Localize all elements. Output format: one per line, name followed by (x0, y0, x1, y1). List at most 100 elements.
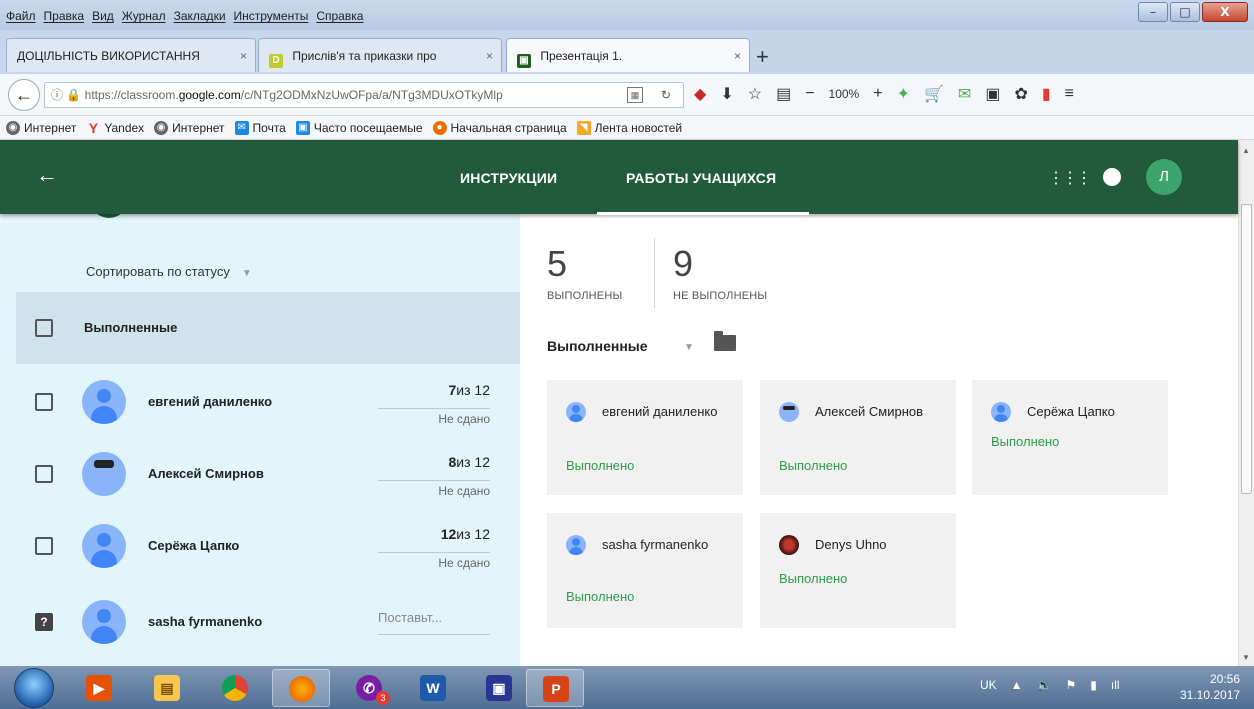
scroll-thumb[interactable] (1241, 204, 1252, 494)
bookmark-item[interactable]: ● Начальная страница (432, 120, 567, 135)
save-icon[interactable]: ▣ (470, 669, 528, 707)
chrome-icon[interactable] (206, 669, 264, 707)
card-student-name: Алексей Смирнов (815, 404, 924, 419)
bag-icon[interactable]: ▣ (985, 84, 1000, 104)
volume-icon[interactable]: 🔈 (1037, 678, 1052, 692)
cart-icon[interactable]: 🛒 (924, 84, 944, 104)
firefox-icon[interactable] (272, 669, 330, 707)
minimize-button[interactable]: – (1138, 2, 1168, 22)
zoom-level[interactable]: 100% (829, 87, 860, 101)
scroll-down-icon[interactable]: ▼ (1242, 653, 1250, 662)
bookmark-star-icon[interactable]: ☆ (748, 84, 762, 104)
submission-card[interactable]: sasha fyrmanenko Выполнено (547, 513, 743, 628)
language-indicator[interactable]: UK (980, 678, 997, 692)
new-tab-button[interactable]: + (756, 44, 769, 70)
clock[interactable]: 20:56 31.10.2017 (1180, 671, 1240, 703)
student-row[interactable]: Серёжа Цапко 12из 12 Не сдано (0, 510, 520, 582)
bookmark-item[interactable]: ✉ Почта (234, 120, 286, 135)
student-checkbox[interactable] (35, 393, 53, 411)
zoom-out-button[interactable]: − (805, 85, 814, 103)
menu-tools[interactable]: Инструменты (234, 9, 309, 23)
signal-icon[interactable]: ıll (1111, 678, 1120, 692)
word-icon[interactable]: W (404, 669, 462, 707)
viber-icon[interactable]: ✆ 3 (340, 669, 398, 707)
submission-card[interactable]: Серёжа Цапко Выполнено (972, 380, 1168, 495)
menu-history[interactable]: Журнал (122, 9, 166, 23)
maximize-button[interactable]: □ (1170, 2, 1200, 22)
page-scrollbar[interactable]: ▲ ▼ (1238, 140, 1254, 666)
extension-icon[interactable]: ✿ (1014, 84, 1027, 104)
student-name: евгений даниленко (148, 394, 273, 409)
browser-tab-3[interactable]: ▣ Презентація 1. × (506, 38, 750, 72)
library-icon[interactable]: ▤ (776, 84, 791, 104)
filter-dropdown[interactable]: Выполненные (547, 338, 648, 354)
tab-instructions[interactable]: ИНСТРУКЦИИ (460, 170, 557, 186)
start-button[interactable] (14, 668, 54, 708)
scroll-up-icon[interactable]: ▲ (1242, 146, 1250, 155)
student-row[interactable]: евгений даниленко 7из 12 Не сдано (0, 366, 520, 438)
submission-card[interactable]: евгений даниленко Выполнено (547, 380, 743, 495)
reload-icon[interactable]: ↻ (661, 83, 671, 107)
submission-card[interactable]: Алексей Смирнов Выполнено (760, 380, 956, 495)
grade-underline (378, 552, 490, 553)
grade-field[interactable]: 8из 12 (449, 454, 491, 470)
menu-help[interactable]: Справка (316, 9, 363, 23)
menu-edit[interactable]: Правка (44, 9, 85, 23)
bookmark-item[interactable]: ▣ Часто посещаемые (295, 120, 423, 135)
select-all-checkbox[interactable] (35, 319, 53, 337)
pocket-icon[interactable]: ◆ (694, 84, 706, 104)
network-error-icon[interactable]: ⚑ (1066, 678, 1077, 692)
apps-grid-icon[interactable]: ⋮⋮⋮ (1048, 168, 1092, 188)
student-checkbox[interactable] (35, 537, 53, 555)
info-icon[interactable]: ⓘ (51, 88, 63, 102)
bookmark-item[interactable]: ◥ Лента новостей (576, 120, 682, 135)
grade-underline (378, 408, 490, 409)
student-name: Алексей Смирнов (148, 466, 264, 481)
reader-view-icon[interactable]: ▦ (627, 87, 643, 103)
grade-field[interactable]: 7из 12 (449, 382, 491, 398)
power-icon[interactable]: ▮ (1090, 678, 1097, 692)
student-row[interactable]: ? sasha fyrmanenko Поставьт... (0, 586, 520, 658)
flag-icon[interactable]: ▮ (1042, 84, 1051, 104)
avatar (566, 535, 586, 555)
browser-tab-1[interactable]: ДОЦІЛЬНІСТЬ ВИКОРИСТАННЯ × (6, 38, 256, 72)
student-row[interactable]: Алексей Смирнов 8из 12 Не сдано (0, 438, 520, 510)
zoom-in-button[interactable]: + (873, 85, 882, 103)
tab-student-work[interactable]: РАБОТЫ УЧАЩИХСЯ (626, 170, 776, 186)
tab-close-icon[interactable]: × (486, 49, 493, 63)
bookmark-item[interactable]: ◉ Интернет (6, 120, 76, 135)
bookmark-item[interactable]: ◉ Интернет (154, 120, 225, 135)
yandex-icon: Y (88, 119, 99, 136)
grade-input[interactable]: Поставьт... (378, 610, 442, 625)
account-avatar[interactable]: Л (1146, 159, 1182, 195)
menu-view[interactable]: Вид (92, 9, 114, 23)
notifications-icon[interactable] (1103, 168, 1121, 186)
tab-close-icon[interactable]: × (734, 49, 741, 63)
folder-icon[interactable] (714, 331, 736, 351)
powerpoint-icon[interactable]: P (526, 669, 584, 707)
sort-dropdown[interactable]: Сортировать по статусу ▼ (86, 264, 252, 279)
address-bar[interactable]: ⓘ 🔒 https://classroom.google.com/c/NTg2O… (44, 82, 684, 108)
extension-badge-icon[interactable]: ✉ (958, 84, 971, 104)
show-hidden-icons-icon[interactable]: ▲ (1011, 678, 1023, 692)
submission-card[interactable]: Denys Uhno Выполнено (760, 513, 956, 628)
download-helper-icon[interactable]: ✦ (897, 84, 910, 104)
tab-close-icon[interactable]: × (240, 49, 247, 63)
download-icon[interactable]: ⬇ (720, 84, 733, 104)
back-button[interactable]: ← (8, 79, 40, 111)
menu-bookmarks[interactable]: Закладки (174, 9, 226, 23)
bookmark-item[interactable]: Y Yandex (86, 121, 144, 135)
browser-tab-2[interactable]: D Прислів'я та приказки про × (258, 38, 502, 72)
help-icon[interactable]: ? (35, 613, 53, 631)
media-player-icon[interactable]: ▶ (70, 669, 128, 707)
submission-status: Не сдано (438, 556, 490, 570)
grade-field[interactable]: 12из 12 (441, 526, 490, 542)
student-checkbox[interactable] (35, 465, 53, 483)
chevron-down-icon[interactable]: ▼ (684, 342, 694, 353)
back-arrow-icon[interactable]: ← (36, 162, 58, 188)
close-window-button[interactable]: X (1202, 2, 1248, 22)
file-explorer-icon[interactable]: ▤ (138, 669, 196, 707)
hamburger-menu-icon[interactable]: ≡ (1065, 85, 1074, 103)
menu-file[interactable]: Файл (6, 9, 36, 23)
windows-taskbar: ▶ ▤ ✆ 3 W ▣ P UK ▲ 🔈 ⚑ ▮ ıll 20:56 31.10.… (0, 666, 1254, 709)
